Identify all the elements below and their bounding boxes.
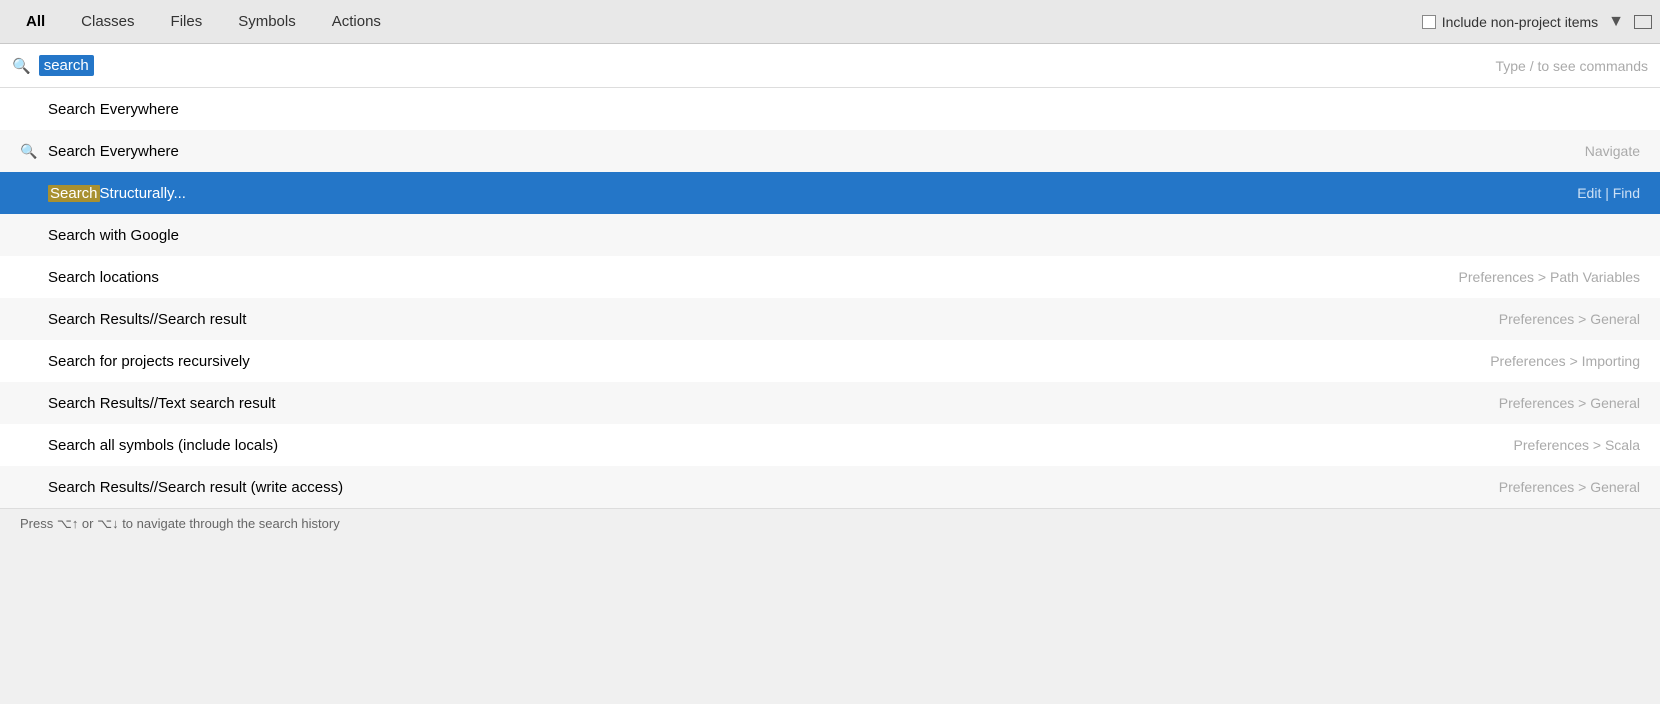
search-input[interactable]: search <box>39 55 94 76</box>
result-text: Search Results//Search result (write acc… <box>48 479 1499 496</box>
result-category: Edit | Find <box>1577 185 1640 201</box>
result-text: Search locations <box>48 269 1459 286</box>
result-category: Navigate <box>1585 143 1640 159</box>
result-text: Search Everywhere <box>48 143 1585 160</box>
result-highlight: Search <box>48 185 100 202</box>
result-category: Preferences > Scala <box>1514 437 1640 453</box>
result-category: Preferences > Path Variables <box>1459 269 1640 285</box>
result-category: Preferences > General <box>1499 395 1640 411</box>
result-label: Search Everywhere <box>48 101 179 118</box>
tab-files[interactable]: Files <box>153 5 221 38</box>
result-item[interactable]: Search all symbols (include locals) Pref… <box>0 424 1660 466</box>
result-text: Search with Google <box>48 227 1640 244</box>
window-icon[interactable] <box>1634 15 1652 29</box>
result-label: Search Results//Search result (write acc… <box>48 479 343 496</box>
result-item[interactable]: Search Results//Search result Preference… <box>0 298 1660 340</box>
search-icon: 🔍 <box>20 143 38 160</box>
result-category: Preferences > General <box>1499 479 1640 495</box>
result-text: Search all symbols (include locals) <box>48 437 1514 454</box>
result-text: Search for projects recursively <box>48 353 1490 370</box>
tab-actions[interactable]: Actions <box>314 5 399 38</box>
result-category: Preferences > Importing <box>1490 353 1640 369</box>
result-item[interactable]: Search for projects recursively Preferen… <box>0 340 1660 382</box>
result-text: Search Results//Text search result <box>48 395 1499 412</box>
tab-all[interactable]: All <box>8 5 63 38</box>
results-list: Search Everywhere 🔍 Search Everywhere Na… <box>0 88 1660 508</box>
result-label: Search Results//Search result <box>48 311 246 328</box>
result-label: Search with Google <box>48 227 179 244</box>
include-non-project-label: Include non-project items <box>1442 14 1598 30</box>
search-hint: Type / to see commands <box>1495 58 1648 74</box>
result-text: Search Structurally... <box>48 185 1577 202</box>
tab-symbols[interactable]: Symbols <box>220 5 314 38</box>
status-bar: Press ⌥↑ or ⌥↓ to navigate through the s… <box>0 508 1660 539</box>
result-item-selected[interactable]: Search Structurally... Edit | Find <box>0 172 1660 214</box>
filter-icon[interactable]: ▼ <box>1608 13 1624 31</box>
status-text: Press ⌥↑ or ⌥↓ to navigate through the s… <box>20 516 340 531</box>
result-item[interactable]: 🔍 Search Everywhere Navigate <box>0 130 1660 172</box>
result-label: Search Results//Text search result <box>48 395 276 412</box>
include-non-project-checkbox[interactable] <box>1422 15 1436 29</box>
result-item[interactable]: Search locations Preferences > Path Vari… <box>0 256 1660 298</box>
result-item[interactable]: Search with Google <box>0 214 1660 256</box>
result-text: Search Results//Search result <box>48 311 1499 328</box>
result-label: Search for projects recursively <box>48 353 250 370</box>
result-item[interactable]: Search Results//Search result (write acc… <box>0 466 1660 508</box>
header-right: Include non-project items ▼ <box>1422 13 1652 31</box>
search-bar: 🔍 search Type / to see commands <box>0 44 1660 88</box>
result-label-after: Structurally... <box>100 185 186 202</box>
result-category: Preferences > General <box>1499 311 1640 327</box>
result-label: Search Everywhere <box>48 143 179 160</box>
result-item[interactable]: Search Results//Text search result Prefe… <box>0 382 1660 424</box>
result-item[interactable]: Search Everywhere <box>0 88 1660 130</box>
include-non-project-container[interactable]: Include non-project items <box>1422 14 1598 30</box>
tab-bar: All Classes Files Symbols Actions Includ… <box>0 0 1660 44</box>
tab-classes[interactable]: Classes <box>63 5 152 38</box>
search-icon: 🔍 <box>12 57 31 75</box>
result-label: Search all symbols (include locals) <box>48 437 278 454</box>
result-label: Search locations <box>48 269 159 286</box>
result-text: Search Everywhere <box>48 101 1640 118</box>
